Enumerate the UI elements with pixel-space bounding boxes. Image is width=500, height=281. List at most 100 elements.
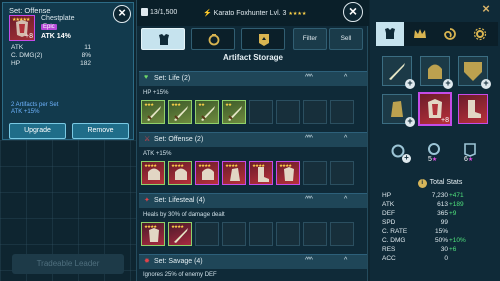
gear-close-button[interactable]: × (478, 2, 494, 18)
stat-row: RES 30 +6 (382, 246, 457, 253)
add-icon[interactable]: + (402, 154, 411, 163)
shield-slot[interactable]: + (458, 56, 491, 89)
total-stats-list: HP 7,230 +471 ATK 613 +189 DEF 365 +9 SPD 99 C.… (382, 192, 494, 264)
lightning-icon: ⚡ (203, 10, 212, 17)
set-header-savage[interactable]: ✸ Set: Savage (4) ^^^ ^ (139, 254, 367, 269)
stat-row: SPD 99 (382, 219, 448, 226)
substat-list: ATK 11 C. DMG(2) 8% HP 182 (11, 44, 91, 68)
artifact-slot[interactable]: ★★★★ (141, 161, 165, 185)
collapse-icon[interactable]: ^ (344, 74, 347, 81)
ring-icon (208, 34, 220, 46)
tooltip-close-button[interactable]: × (113, 5, 131, 23)
gauntlet-icon (230, 168, 240, 181)
ring-slot[interactable]: + (388, 142, 412, 168)
set-bonus-info: 2 Artifacts per Set ATK +15% (11, 102, 59, 115)
artifact-slot[interactable]: ★★★★ (168, 222, 192, 246)
tooltip-level: +8 (25, 33, 33, 40)
gear-icon (473, 27, 487, 41)
bag-count: 13/1,500 (150, 9, 178, 16)
collapse-icon[interactable]: ^ (344, 196, 347, 203)
boots-icon (468, 100, 481, 118)
tab-settings[interactable] (466, 22, 494, 46)
sword-icon (147, 106, 161, 121)
storage-title: Artifact Storage (222, 53, 283, 62)
collapse-all-icon[interactable]: ^^^ (305, 257, 313, 264)
background-button: Tradeable Leader (12, 254, 124, 274)
empty-slot (330, 100, 354, 124)
sword-set-icon: ⚔ (144, 136, 151, 143)
heart-icon: ♥ (144, 74, 149, 81)
storage-header: 13/1,500 ⚡ Karato Foxhunter Lvl. 3 ★★★★ … (137, 0, 369, 26)
upgrade-button[interactable]: Upgrade (9, 123, 66, 139)
amulet-slot[interactable]: 5★ (424, 142, 448, 168)
sell-button[interactable]: Sell (329, 28, 363, 50)
boots-icon (258, 167, 269, 182)
bag-icon (141, 8, 148, 16)
gauntlets-slot[interactable]: + (382, 94, 415, 127)
chestplate-icon (149, 228, 159, 242)
artifact-slot[interactable]: ★★★★ (168, 161, 192, 185)
artifact-slot[interactable]: ★★★ (141, 100, 165, 124)
crown-icon (414, 29, 426, 38)
sword-icon (174, 228, 188, 243)
helmet-slot[interactable]: + (420, 56, 453, 89)
stat-row: HP 7,230 +471 (382, 192, 464, 199)
set-desc-offense: ATK +15% (143, 151, 172, 157)
collapse-icon[interactable]: ^ (344, 135, 347, 142)
info-icon[interactable]: i (417, 179, 427, 188)
banner-slot[interactable]: 6★ (460, 142, 484, 168)
tab-masteries[interactable] (406, 22, 434, 46)
artifact-slot[interactable]: ★★★★ (222, 161, 246, 185)
total-stats-title: i Total Stats (382, 179, 498, 188)
lifesteal-icon: ✦ (144, 197, 150, 204)
stat-row: ACC 0 (382, 255, 448, 262)
add-icon[interactable]: + (405, 117, 415, 127)
star-icon: ★ (431, 157, 438, 163)
artifact-slot[interactable]: ★★★★ (249, 161, 273, 185)
artifact-slot[interactable]: ★★★★ (141, 222, 165, 246)
set-header-offense[interactable]: ⚔ Set: Offense (2) ^^^ ^ (139, 132, 367, 147)
add-icon[interactable]: + (481, 79, 491, 89)
tooltip-slot: Chestplate (41, 15, 75, 22)
remove-button[interactable]: Remove (72, 123, 129, 139)
collapse-all-icon[interactable]: ^^^ (305, 135, 313, 142)
banner-icon (259, 34, 269, 46)
collapse-icon[interactable]: ^ (344, 257, 347, 264)
sword-icon (228, 106, 242, 121)
collapse-all-icon[interactable]: ^^^ (305, 196, 313, 203)
helmet-icon (202, 168, 214, 180)
set-header-life[interactable]: ♥ Set: Life (2) ^^^ ^ (139, 71, 367, 86)
empty-slot (303, 161, 327, 185)
chestplate-slot-selected[interactable]: +8 (418, 92, 452, 126)
empty-slot (330, 161, 354, 185)
empty-slot (303, 222, 327, 246)
tab-gear[interactable] (376, 22, 404, 46)
add-icon[interactable]: + (405, 79, 415, 89)
add-icon[interactable]: + (443, 79, 453, 89)
artifact-slot[interactable]: ★★★ (168, 100, 192, 124)
set-header-lifesteal[interactable]: ✦ Set: Lifesteal (4) ^^^ ^ (139, 193, 367, 208)
storage-close-button[interactable]: × (343, 2, 363, 22)
artifact-slot[interactable]: ★★ (195, 100, 219, 124)
tab-armor[interactable] (141, 28, 185, 50)
boots-slot[interactable] (458, 94, 488, 124)
tab-banner[interactable] (241, 28, 285, 50)
set-desc-savage: Ignores 25% of enemy DEF (143, 272, 217, 278)
chestplate-icon: ★★★★★ +8 (9, 15, 35, 41)
stat-row: ATK 613 +189 (382, 201, 464, 208)
sword-icon (201, 106, 215, 121)
artifact-slot[interactable]: ★★★★ (276, 161, 300, 185)
tab-accessories[interactable] (191, 28, 235, 50)
collapse-all-icon[interactable]: ^^^ (305, 74, 313, 81)
artifact-slot[interactable]: ★★ (222, 100, 246, 124)
empty-slot (303, 100, 327, 124)
tab-skills[interactable] (436, 22, 464, 46)
sword-icon (174, 106, 188, 121)
star-icon: ★ (467, 157, 474, 163)
filter-button[interactable]: Filter (293, 28, 327, 50)
stat-row: DEF 365 +9 (382, 210, 457, 217)
swirl-icon (444, 28, 456, 40)
artifact-slot[interactable]: ★★★★ (195, 161, 219, 185)
artifact-storage-panel: 13/1,500 ⚡ Karato Foxhunter Lvl. 3 ★★★★ … (136, 0, 369, 281)
weapon-slot[interactable]: + (382, 56, 415, 89)
